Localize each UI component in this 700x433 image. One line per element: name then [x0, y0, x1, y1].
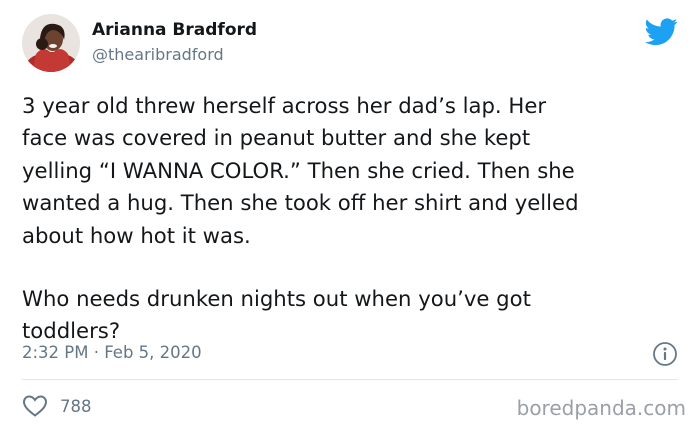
tweet-paragraph: Who needs drunken nights out when you’ve…: [22, 286, 531, 344]
author-handle[interactable]: @thearibradford: [92, 45, 224, 64]
tweet-card: Arianna Bradford @thearibradford 3 year …: [0, 0, 700, 433]
watermark: boredpanda.com: [516, 396, 686, 420]
info-icon[interactable]: [652, 341, 678, 367]
twitter-bird-icon[interactable]: [645, 18, 678, 46]
tweet-paragraph: 3 year old threw herself across her dad’…: [22, 93, 579, 248]
author-name[interactable]: Arianna Bradford: [92, 20, 257, 40]
author-avatar[interactable]: [22, 14, 80, 72]
divider: [22, 379, 678, 380]
heart-icon[interactable]: [22, 394, 48, 418]
like-count[interactable]: 788: [60, 397, 92, 416]
tweet-text: 3 year old threw herself across her dad’…: [22, 90, 682, 348]
avatar-photo: [22, 14, 80, 72]
tweet-timestamp[interactable]: 2:32 PM · Feb 5, 2020: [22, 343, 202, 362]
